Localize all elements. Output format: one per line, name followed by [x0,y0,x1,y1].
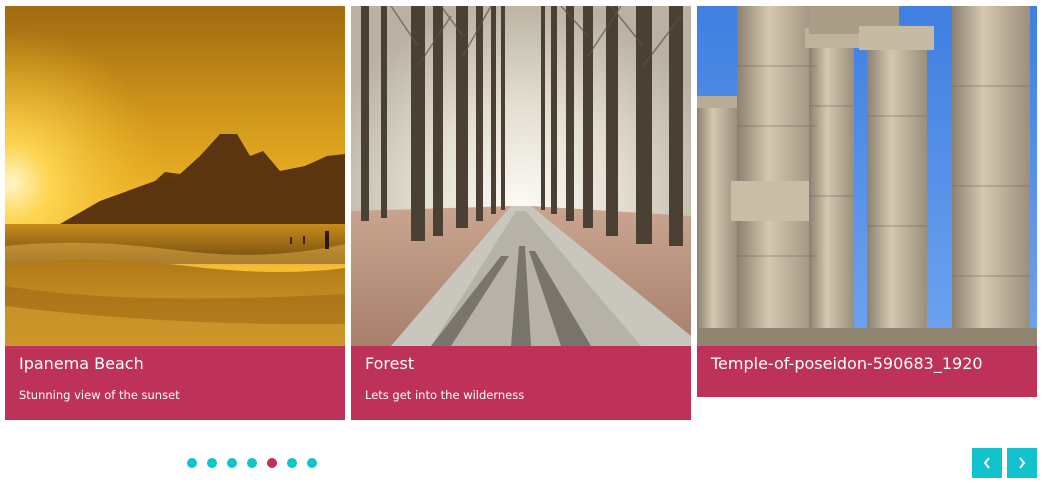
carousel-slide[interactable]: Ipanema Beach Stunning view of the sunse… [5,6,345,420]
carousel-slide[interactable]: Forest Lets get into the wilderness [351,6,691,420]
next-button[interactable] [1007,448,1037,478]
temple-columns-photo [697,6,1037,346]
slide-title: Temple-of-poseidon-590683_1920 [711,354,983,373]
slide-title: Forest [365,354,415,373]
pagination-dot-active[interactable] [267,458,277,468]
pagination-dot[interactable] [227,458,237,468]
slide-subtitle: Lets get into the wilderness [365,388,525,402]
forest-road-photo [351,6,691,346]
image-carousel: Ipanema Beach Stunning view of the sunse… [0,0,1044,494]
pagination-dot[interactable] [307,458,317,468]
pagination-dot[interactable] [287,458,297,468]
carousel-pagination [187,458,317,468]
slide-caption: Temple-of-poseidon-590683_1920 [697,346,1037,397]
carousel-slide[interactable]: Temple-of-poseidon-590683_1920 [697,6,1037,397]
chevron-left-icon [982,456,992,470]
pagination-dot[interactable] [207,458,217,468]
previous-button[interactable] [972,448,1002,478]
pagination-dot[interactable] [187,458,197,468]
slide-subtitle: Stunning view of the sunset [19,388,180,402]
pagination-dot[interactable] [247,458,257,468]
slide-title: Ipanema Beach [19,354,144,373]
slide-caption: Forest Lets get into the wilderness [351,346,691,420]
chevron-right-icon [1017,456,1027,470]
slide-caption: Ipanema Beach Stunning view of the sunse… [5,346,345,420]
beach-sunset-photo [5,6,345,346]
